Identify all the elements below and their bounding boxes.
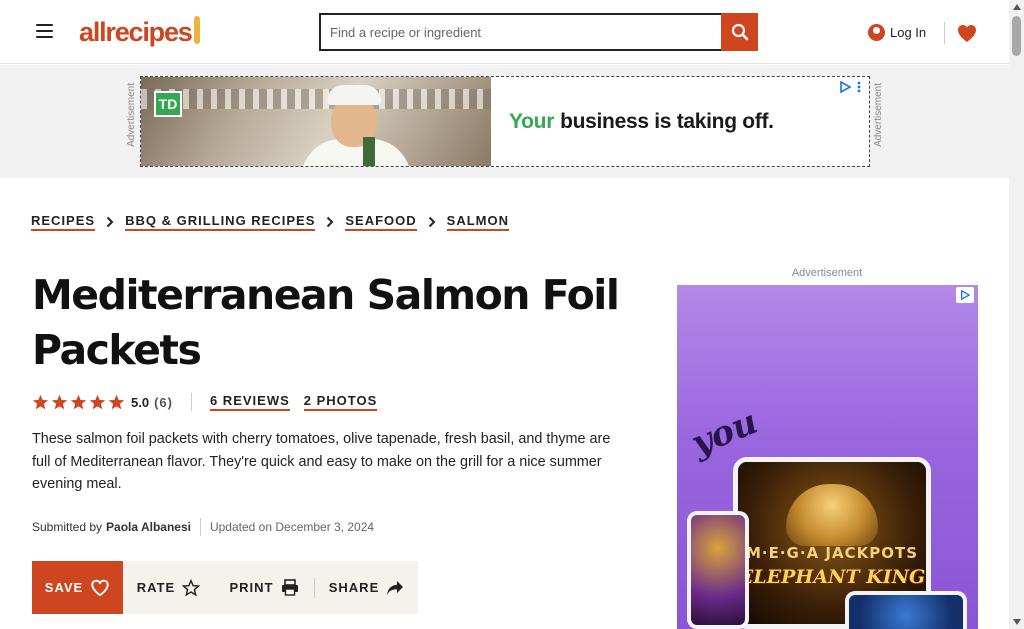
chevron-right-icon: [315, 216, 345, 228]
menu-bar: [36, 30, 53, 32]
printer-icon: [281, 579, 298, 596]
side-ad-phone-left: [687, 511, 749, 629]
search-icon: [731, 23, 748, 41]
star-rating[interactable]: [32, 394, 125, 411]
chevron-right-icon: [417, 216, 447, 228]
adchoices-icon: [840, 81, 851, 93]
side-ad-game-title: ELEPHANT KING: [738, 566, 926, 588]
search-input[interactable]: [319, 13, 721, 51]
search-button[interactable]: [721, 13, 758, 51]
scrollbar-thumb[interactable]: [1012, 16, 1021, 56]
print-label: PRINT: [229, 580, 274, 595]
side-ad-brand-line: M·E·G·A JACKPOTS: [745, 544, 918, 562]
allrecipes-logo[interactable]: allrecipes: [79, 15, 209, 49]
breadcrumb: RECIPES BBQ & GRILLING RECIPES SEAFOOD S…: [31, 210, 510, 233]
page-scrollbar[interactable]: [1009, 0, 1024, 629]
updated-date: Updated on December 3, 2024: [209, 520, 375, 534]
header-divider: [944, 22, 945, 44]
heart-icon: [958, 24, 976, 42]
rating-count[interactable]: (6): [154, 395, 173, 410]
scroll-down-arrow-icon[interactable]: [1009, 615, 1024, 629]
ad-photo-chef-cap: [327, 85, 381, 105]
print-button[interactable]: PRINT: [214, 561, 314, 614]
star-icon: [70, 394, 87, 409]
recipe-action-bar: SAVE RATE PRINT SHARE: [32, 561, 418, 614]
author-link[interactable]: Paola Albanesi: [106, 520, 191, 534]
logo-spoon-icon: [193, 16, 200, 44]
ad-headline-highlight: Your: [509, 109, 555, 133]
menu-bar: [36, 36, 53, 38]
ad-photo: TD: [141, 77, 491, 166]
ad-choices[interactable]: [839, 81, 861, 93]
top-ad-band: Advertisement TD Your business is taking…: [0, 65, 1009, 178]
menu-bar: [36, 24, 53, 26]
saved-recipes-button[interactable]: [955, 19, 979, 47]
photos-link[interactable]: 2 PHOTOS: [303, 393, 378, 411]
side-ad-tagline: you: [685, 401, 764, 465]
ad-headline-rest: business is taking off.: [560, 109, 774, 133]
chevron-right-icon: [95, 216, 125, 228]
share-arrow-icon: [387, 580, 404, 595]
phone-left-screen: [691, 515, 745, 625]
breadcrumb-bbq-grilling[interactable]: BBQ & GRILLING RECIPES: [125, 213, 316, 231]
search-bar: [319, 13, 758, 51]
ad-photo-scarf: [363, 137, 375, 166]
save-label: SAVE: [44, 580, 84, 595]
side-ad[interactable]: you M·E·G·A JACKPOTS ELEPHANT KING: [677, 285, 978, 629]
rating-row: 5.0 (6) 6 REVIEWS 2 PHOTOS: [32, 390, 378, 414]
submitted-by-label: Submitted by: [32, 520, 103, 534]
side-ad-phone-right: [845, 591, 967, 629]
star-icon: [108, 394, 125, 409]
ad-label-left: Advertisement: [126, 83, 137, 147]
ad-headline: Your business is taking off.: [491, 77, 869, 166]
star-icon: [32, 394, 49, 409]
share-button[interactable]: SHARE: [315, 561, 418, 614]
logo-text: allrecipes: [79, 16, 193, 47]
scroll-up-arrow-icon[interactable]: [1009, 0, 1024, 14]
login-button[interactable]: Log In: [868, 19, 934, 45]
recipe-title: Mediterranean Salmon Foil Packets: [32, 271, 620, 374]
top-ad-banner[interactable]: TD Your business is taking off.: [140, 76, 870, 167]
site-header: allrecipes Log In: [0, 0, 1009, 64]
breadcrumb-recipes[interactable]: RECIPES: [31, 213, 96, 231]
star-icon: [89, 394, 106, 409]
user-avatar-icon: [868, 23, 885, 41]
meta-divider: [190, 393, 192, 411]
hamburger-menu-button[interactable]: [31, 17, 58, 45]
side-ad-label: Advertisement: [791, 267, 863, 279]
heart-outline-icon: [91, 579, 109, 596]
reviews-link[interactable]: 6 REVIEWS: [209, 393, 290, 411]
breadcrumb-seafood[interactable]: SEAFOOD: [345, 213, 417, 231]
adchoices-icon[interactable]: [956, 287, 974, 303]
byline: Submitted by Paola Albanesi Updated on D…: [32, 518, 374, 536]
ad-photo-shelf: [141, 89, 491, 109]
breadcrumb-salmon[interactable]: SALMON: [446, 213, 510, 231]
phone-right-screen: [849, 595, 963, 629]
star-outline-icon: [182, 578, 201, 596]
save-button[interactable]: SAVE: [32, 561, 123, 614]
login-label: Log In: [890, 24, 927, 40]
rate-button[interactable]: RATE: [123, 561, 214, 614]
recipe-description: These salmon foil packets with cherry to…: [32, 431, 611, 492]
rate-label: RATE: [136, 580, 176, 595]
td-logo: TD: [154, 91, 182, 117]
rating-value[interactable]: 5.0: [131, 395, 149, 410]
ad-label-right: Advertisement: [873, 83, 884, 147]
more-options-icon: [857, 81, 861, 93]
star-icon: [51, 394, 68, 409]
byline-divider: [199, 518, 201, 536]
share-label: SHARE: [328, 580, 380, 595]
